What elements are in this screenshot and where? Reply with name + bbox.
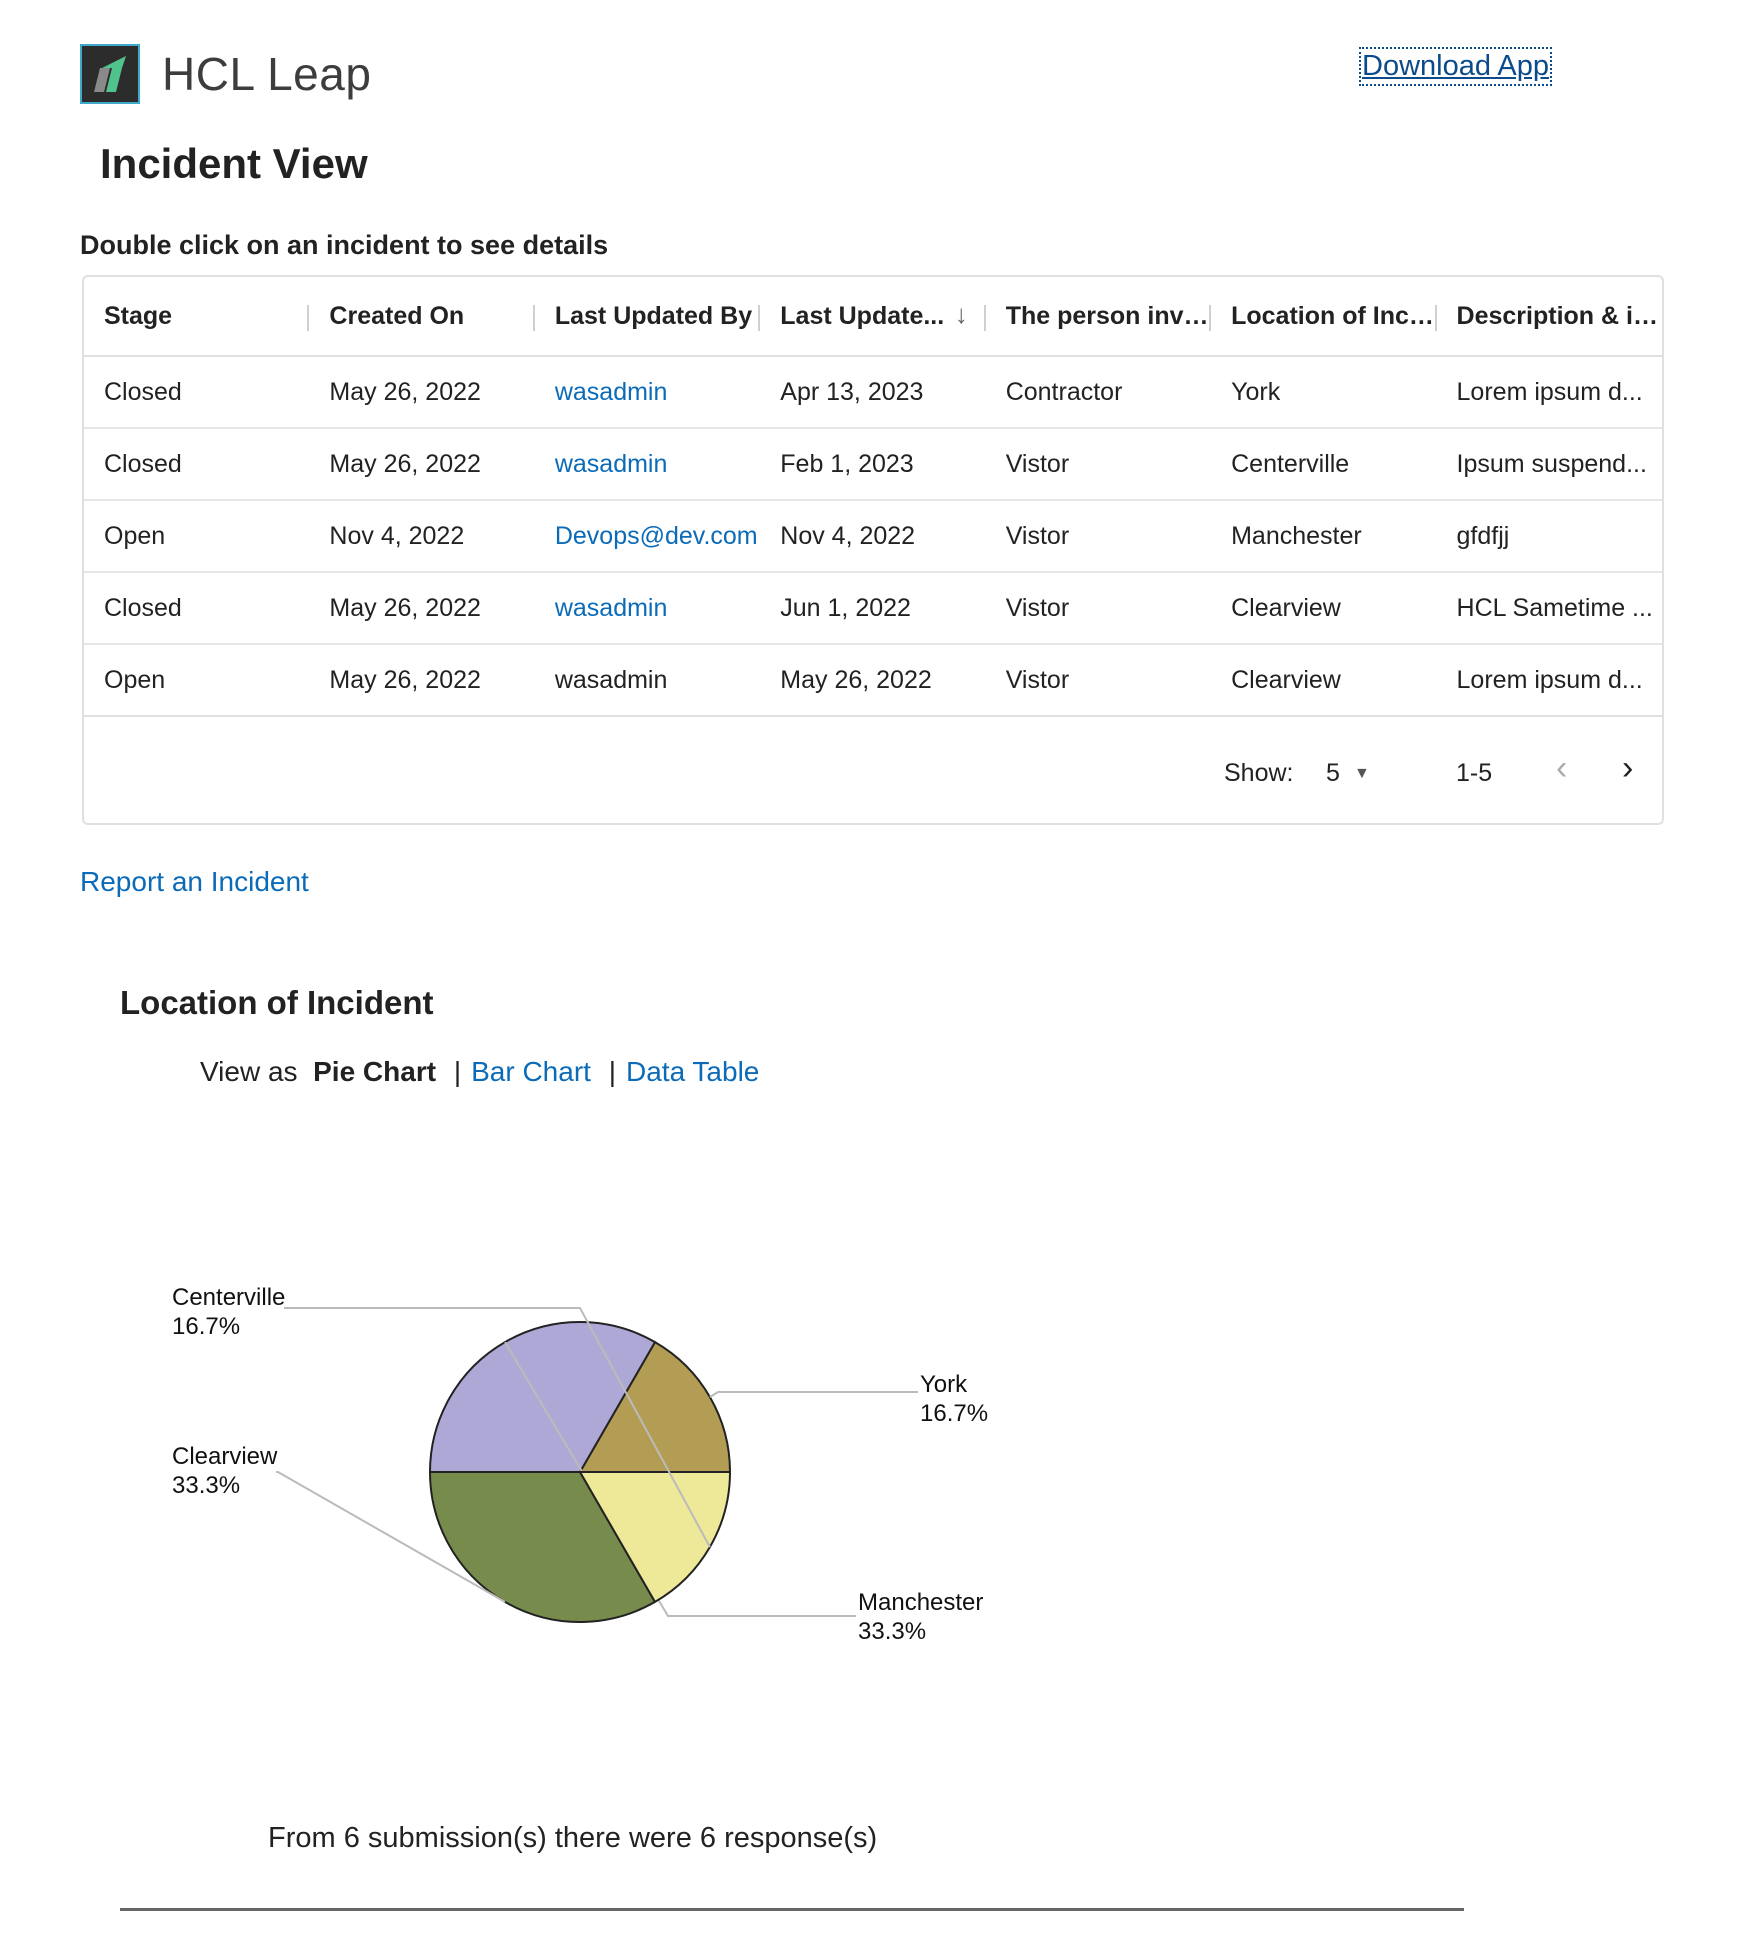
cell-description: Lorem ipsum d... xyxy=(1456,665,1643,694)
app-name: HCL Leap xyxy=(162,48,372,100)
view-as-label: View as xyxy=(200,1056,298,1087)
chevron-left-icon[interactable]: ‹ xyxy=(1556,749,1567,788)
separator: | xyxy=(608,1056,616,1087)
table-row[interactable]: Closed May 26, 2022 wasadmin Jun 1, 2022… xyxy=(84,573,1662,645)
cell-person-involved: Vistor xyxy=(1005,449,1070,478)
cell-description: Lorem ipsum d... xyxy=(1456,377,1643,406)
slice-label: York xyxy=(920,1371,968,1398)
grid-header: Stage Created On Last Updated By Last Up… xyxy=(84,277,1662,357)
cell-last-updated: May 26, 2022 xyxy=(780,665,932,694)
cell-created-on: May 26, 2022 xyxy=(329,377,481,406)
cell-last-updated-by-link[interactable]: Devops@dev.com xyxy=(535,501,760,571)
location-pie-chart: York16.7%Manchester33.3%Clearview33.3%Ce… xyxy=(172,1284,988,1645)
cell-last-updated: Apr 13, 2023 xyxy=(780,377,924,406)
cell-person-involved: Vistor xyxy=(1005,521,1070,550)
slice-label: Clearview xyxy=(172,1443,278,1470)
logo-icon xyxy=(94,56,126,92)
caret-down-icon[interactable]: ▼ xyxy=(1354,765,1370,783)
chevron-right-icon[interactable]: › xyxy=(1622,749,1633,788)
view-bar-chart-link[interactable]: Bar Chart xyxy=(471,1056,591,1087)
cell-location: Manchester xyxy=(1231,521,1362,550)
cell-last-updated: Feb 1, 2023 xyxy=(780,449,914,478)
cell-created-on: Nov 4, 2022 xyxy=(329,521,465,550)
cell-person-involved: Vistor xyxy=(1005,593,1070,622)
separator: | xyxy=(453,1056,462,1087)
view-as-switcher: View as Pie Chart | Bar Chart | Data Table xyxy=(200,1056,759,1088)
incident-grid: Stage Created On Last Updated By Last Up… xyxy=(82,275,1664,825)
page-range: 1-5 xyxy=(1456,759,1493,787)
cell-last-updated-by-link[interactable]: wasadmin xyxy=(535,573,760,643)
cell-stage: Closed xyxy=(104,449,182,478)
cell-last-updated-by-link[interactable]: wasadmin xyxy=(535,429,760,499)
app-header: HCL Leap xyxy=(80,44,371,104)
page-title: Incident View xyxy=(100,140,368,187)
column-header-location[interactable]: Location of Incid... xyxy=(1211,277,1437,355)
pagination-footer: Show: 5 ▼ 1-5 ‹ › xyxy=(84,719,1662,823)
table-row[interactable]: Closed May 26, 2022 wasadmin Feb 1, 2023… xyxy=(84,429,1662,501)
slice-percent-label: 16.7% xyxy=(172,1313,240,1340)
submission-summary: From 6 submission(s) there were 6 respon… xyxy=(268,1822,878,1854)
cell-last-updated: Jun 1, 2022 xyxy=(780,593,911,622)
slice-label: Centerville xyxy=(172,1284,285,1311)
view-data-table-link[interactable]: Data Table xyxy=(626,1056,759,1087)
cell-description: gfdfjj xyxy=(1456,521,1510,550)
cell-description: Ipsum suspend... xyxy=(1456,449,1647,478)
table-row[interactable]: Open May 26, 2022 wasadmin May 26, 2022 … xyxy=(84,645,1662,717)
section-title: Location of Incident xyxy=(120,984,434,1021)
column-header-last-updated[interactable]: Last Update... ↓ xyxy=(760,277,986,355)
cell-description: HCL Sametime ... xyxy=(1456,593,1653,622)
leader-line xyxy=(709,1391,918,1398)
divider xyxy=(120,1908,1464,1911)
slice-percent-label: 33.3% xyxy=(858,1618,926,1645)
cell-location: Clearview xyxy=(1231,665,1341,694)
cell-last-updated-by-link[interactable]: wasadmin xyxy=(535,357,760,427)
cell-last-updated: Nov 4, 2022 xyxy=(780,521,916,550)
slice-percent-label: 16.7% xyxy=(920,1400,988,1427)
cell-stage: Closed xyxy=(104,593,182,622)
column-header-person-involved[interactable]: The person invol... xyxy=(986,277,1212,355)
current-view-pie-chart: Pie Chart xyxy=(313,1056,437,1087)
slice-percent-label: 33.3% xyxy=(172,1472,240,1499)
column-header-created-on[interactable]: Created On xyxy=(309,277,535,355)
hcl-leap-logo xyxy=(80,44,140,104)
grid-hint: Double click on an incident to see detai… xyxy=(80,230,609,260)
cell-person-involved: Vistor xyxy=(1005,665,1070,694)
column-header-stage[interactable]: Stage xyxy=(84,277,310,355)
cell-created-on: May 26, 2022 xyxy=(329,665,481,694)
cell-stage: Open xyxy=(104,665,166,694)
cell-created-on: May 26, 2022 xyxy=(329,449,481,478)
page-size-label: Show: xyxy=(1224,759,1294,787)
report-incident-link[interactable]: Report an Incident xyxy=(80,866,309,898)
cell-stage: Closed xyxy=(104,377,182,406)
page-size-select[interactable]: 5 xyxy=(1326,759,1340,788)
sort-descending-icon[interactable]: ↓ xyxy=(955,299,968,330)
table-row[interactable]: Open Nov 4, 2022 Devops@dev.com Nov 4, 2… xyxy=(84,501,1662,573)
table-row[interactable]: Closed May 26, 2022 wasadmin Apr 13, 202… xyxy=(84,357,1662,429)
cell-person-involved: Contractor xyxy=(1005,377,1123,406)
slice-label: Manchester xyxy=(858,1589,983,1616)
cell-stage: Open xyxy=(104,521,166,550)
download-app-link[interactable]: Download App xyxy=(1358,47,1553,86)
cell-location: York xyxy=(1231,377,1281,406)
column-header-last-updated-by[interactable]: Last Updated By xyxy=(535,277,761,355)
column-header-description[interactable]: Description & im... xyxy=(1437,277,1662,355)
cell-last-updated-by: wasadmin xyxy=(554,665,668,694)
cell-location: Clearview xyxy=(1231,593,1341,622)
cell-location: Centerville xyxy=(1231,449,1350,478)
cell-created-on: May 26, 2022 xyxy=(329,593,481,622)
